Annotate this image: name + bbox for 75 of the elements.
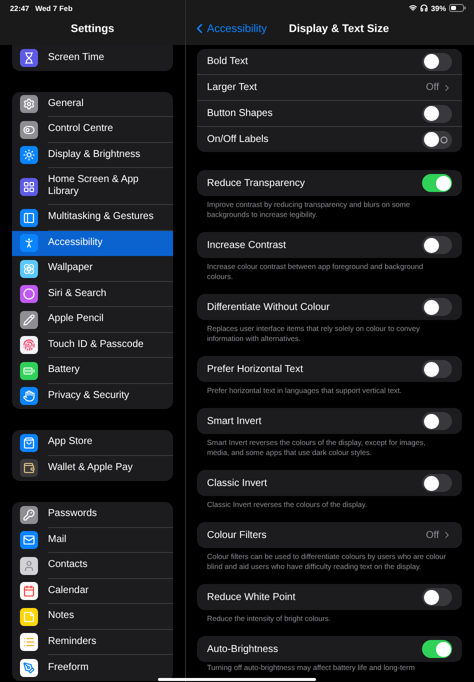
setting-label: Reduce White Point	[207, 592, 296, 602]
toggle-switch[interactable]	[422, 104, 452, 122]
setting-label: Button Shapes	[207, 108, 274, 119]
setting-label: Classic Invert	[207, 478, 268, 488]
setting-label: Prefer Horizontal Text	[207, 364, 304, 374]
sidebar-item[interactable]: Accessibility	[12, 230, 173, 256]
sidebar-item[interactable]: Home Screen & App Library	[12, 168, 173, 205]
sidebar-item[interactable]: Battery	[12, 358, 173, 384]
toggle-switch[interactable]	[422, 412, 452, 430]
setting-label: Increase Contrast	[207, 240, 287, 250]
row-value[interactable]: Off	[426, 530, 452, 540]
sidebar-item[interactable]: Reminders	[12, 630, 173, 655]
app-store-icon	[20, 434, 38, 452]
toggle-switch[interactable]	[422, 52, 452, 70]
setting-label: Auto-Brightness	[207, 644, 280, 654]
pencil-icon	[20, 310, 38, 329]
toggle-switch[interactable]	[422, 360, 452, 378]
sidebar-item[interactable]: Siri & Search	[12, 282, 173, 307]
hourglass-icon	[20, 48, 38, 67]
panels-icon	[20, 208, 38, 227]
toggle-switch[interactable]	[422, 588, 452, 606]
sidebar-item[interactable]: Calendar	[12, 578, 173, 604]
sidebar-item[interactable]: Passwords	[12, 502, 173, 528]
back-link[interactable]: Accessibility	[192, 21, 267, 36]
calendar-icon	[20, 582, 38, 600]
envelope-icon	[20, 531, 38, 550]
sidebar-item[interactable]: General	[12, 92, 173, 117]
key-icon	[20, 506, 38, 524]
sidebar-item[interactable]: Wallpaper	[12, 256, 173, 282]
switches-icon	[20, 120, 38, 139]
sidebar-item[interactable]: Apple Pencil	[12, 307, 173, 332]
sidebar-item[interactable]: Contacts	[12, 553, 173, 578]
toggle-switch[interactable]	[422, 130, 452, 148]
toggle-switch[interactable]	[422, 474, 452, 492]
sidebar-item[interactable]: Display & Brightness	[12, 142, 173, 168]
setting-label: Smart Invert	[207, 416, 262, 426]
setting-label: Colour Filters	[207, 530, 268, 540]
sidebar-item[interactable]: Touch ID & Passcode	[12, 332, 173, 358]
sidebar-item[interactable]: Screen Time	[12, 45, 173, 70]
sidebar-item[interactable]: Privacy & Security	[12, 384, 173, 409]
battery-icon	[449, 4, 466, 12]
setting-label: On/Off Labels	[207, 134, 270, 145]
hand-icon	[20, 387, 38, 406]
setting-label: Larger Text	[207, 82, 258, 93]
sidebar-item[interactable]: Control Centre	[12, 117, 173, 142]
battery-icon	[20, 362, 38, 380]
toggle-switch[interactable]	[422, 174, 452, 192]
sidebar-item[interactable]: Freeform	[12, 655, 173, 680]
gear-icon	[20, 95, 38, 114]
row-value[interactable]: Off	[426, 82, 452, 93]
sidebar-item[interactable]: Notes	[12, 604, 173, 630]
setting-label: Reduce Transparency	[207, 178, 306, 188]
person-icon	[20, 234, 38, 252]
wallet-icon	[20, 459, 38, 478]
sidebar-title: Settings	[70, 22, 114, 34]
page-title: Display & Text Size	[288, 22, 389, 34]
headphones-icon	[420, 4, 428, 12]
toggle-switch[interactable]	[422, 236, 452, 254]
checklist-icon	[20, 633, 38, 652]
notepad-icon	[20, 608, 38, 626]
fingerprint-icon	[20, 336, 38, 354]
sidebar-item[interactable]: App Store	[12, 430, 173, 456]
contact-icon	[20, 556, 38, 575]
setting-label: Bold Text	[207, 56, 249, 67]
sidebar-item[interactable]: Mail	[12, 528, 173, 553]
pen-icon	[20, 658, 38, 677]
sun-icon	[20, 146, 38, 164]
flower-icon	[20, 260, 38, 278]
app-grid-icon	[20, 178, 38, 196]
setting-label: Differentiate Without Colour	[207, 302, 331, 312]
toggle-switch[interactable]	[422, 640, 452, 658]
wifi-icon	[408, 4, 417, 12]
toggle-switch[interactable]	[422, 298, 452, 316]
orb-icon	[20, 285, 38, 304]
sidebar-item[interactable]: Wallet & Apple Pay	[12, 456, 173, 481]
